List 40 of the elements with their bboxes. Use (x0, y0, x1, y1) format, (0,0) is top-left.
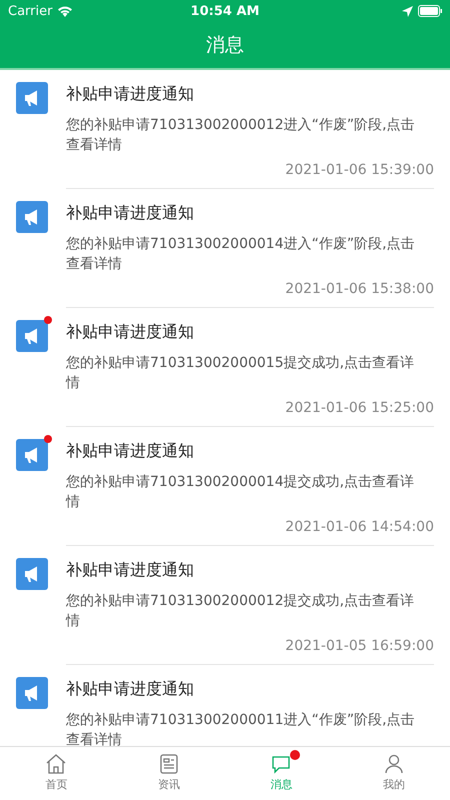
message-item[interactable]: 补贴申请进度通知 您的补贴申请710313002000012进入“作废”阶段,点击查看详情 2021-01-06 15:39:00 (0, 70, 450, 189)
message-text: 您的补贴申请710313002000015提交成功,点击查看详情 (66, 354, 416, 393)
megaphone-icon (16, 558, 48, 590)
message-text: 您的补贴申请710313002000011进入“作废”阶段,点击查看详情 (66, 711, 416, 746)
message-text: 您的补贴申请710313002000014进入“作废”阶段,点击查看详情 (66, 235, 416, 274)
message-title: 补贴申请进度通知 (66, 203, 195, 224)
newspaper-icon (158, 753, 180, 775)
megaphone-icon (16, 320, 48, 352)
message-text: 您的补贴申请710313002000012进入“作废”阶段,点击查看详情 (66, 116, 416, 155)
message-title: 补贴申请进度通知 (66, 84, 195, 105)
message-item[interactable]: 补贴申请进度通知 您的补贴申请710313002000014进入“作废”阶段,点击查看详情 2021-01-06 15:38:00 (0, 189, 450, 308)
message-text: 您的补贴申请710313002000014提交成功,点击查看详情 (66, 473, 416, 512)
message-title: 补贴申请进度通知 (66, 679, 195, 700)
message-title: 补贴申请进度通知 (66, 322, 195, 343)
home-icon (45, 753, 68, 775)
message-time: 2021-01-06 15:25:00 (285, 400, 434, 416)
message-item[interactable]: 补贴申请进度通知 您的补贴申请710313002000012提交成功,点击查看详情 2021-01-05 16:59:00 (0, 546, 450, 665)
message-item[interactable]: 补贴申请进度通知 您的补贴申请710313002000014提交成功,点击查看详情 2021-01-06 14:54:00 (0, 427, 450, 546)
megaphone-icon (16, 439, 48, 471)
message-time: 2021-01-06 15:38:00 (285, 281, 434, 297)
megaphone-icon (16, 201, 48, 233)
message-title: 补贴申请进度通知 (66, 560, 195, 581)
status-time: 10:54 AM (190, 4, 260, 18)
message-time: 2021-01-06 14:54:00 (285, 519, 434, 535)
megaphone-icon (16, 82, 48, 114)
location-icon (402, 6, 413, 16)
battery-icon (418, 5, 442, 17)
message-text: 您的补贴申请710313002000012提交成功,点击查看详情 (66, 592, 416, 631)
message-time: 2021-01-05 16:59:00 (285, 638, 434, 654)
carrier-label: Carrier (8, 4, 52, 18)
message-time: 2021-01-06 15:39:00 (285, 162, 434, 178)
wifi-icon (57, 5, 74, 17)
person-icon (382, 753, 405, 775)
message-item[interactable]: 补贴申请进度通知 您的补贴申请710313002000015提交成功,点击查看详情 2021-01-06 15:25:00 (0, 308, 450, 427)
message-title: 补贴申请进度通知 (66, 441, 195, 462)
tab-item[interactable]: 资讯 (112, 747, 225, 800)
tab-item[interactable]: 首页 (0, 747, 112, 800)
page-title: 消息 (206, 33, 244, 58)
tab-item[interactable]: 我的 (338, 747, 450, 800)
megaphone-icon (16, 677, 48, 709)
